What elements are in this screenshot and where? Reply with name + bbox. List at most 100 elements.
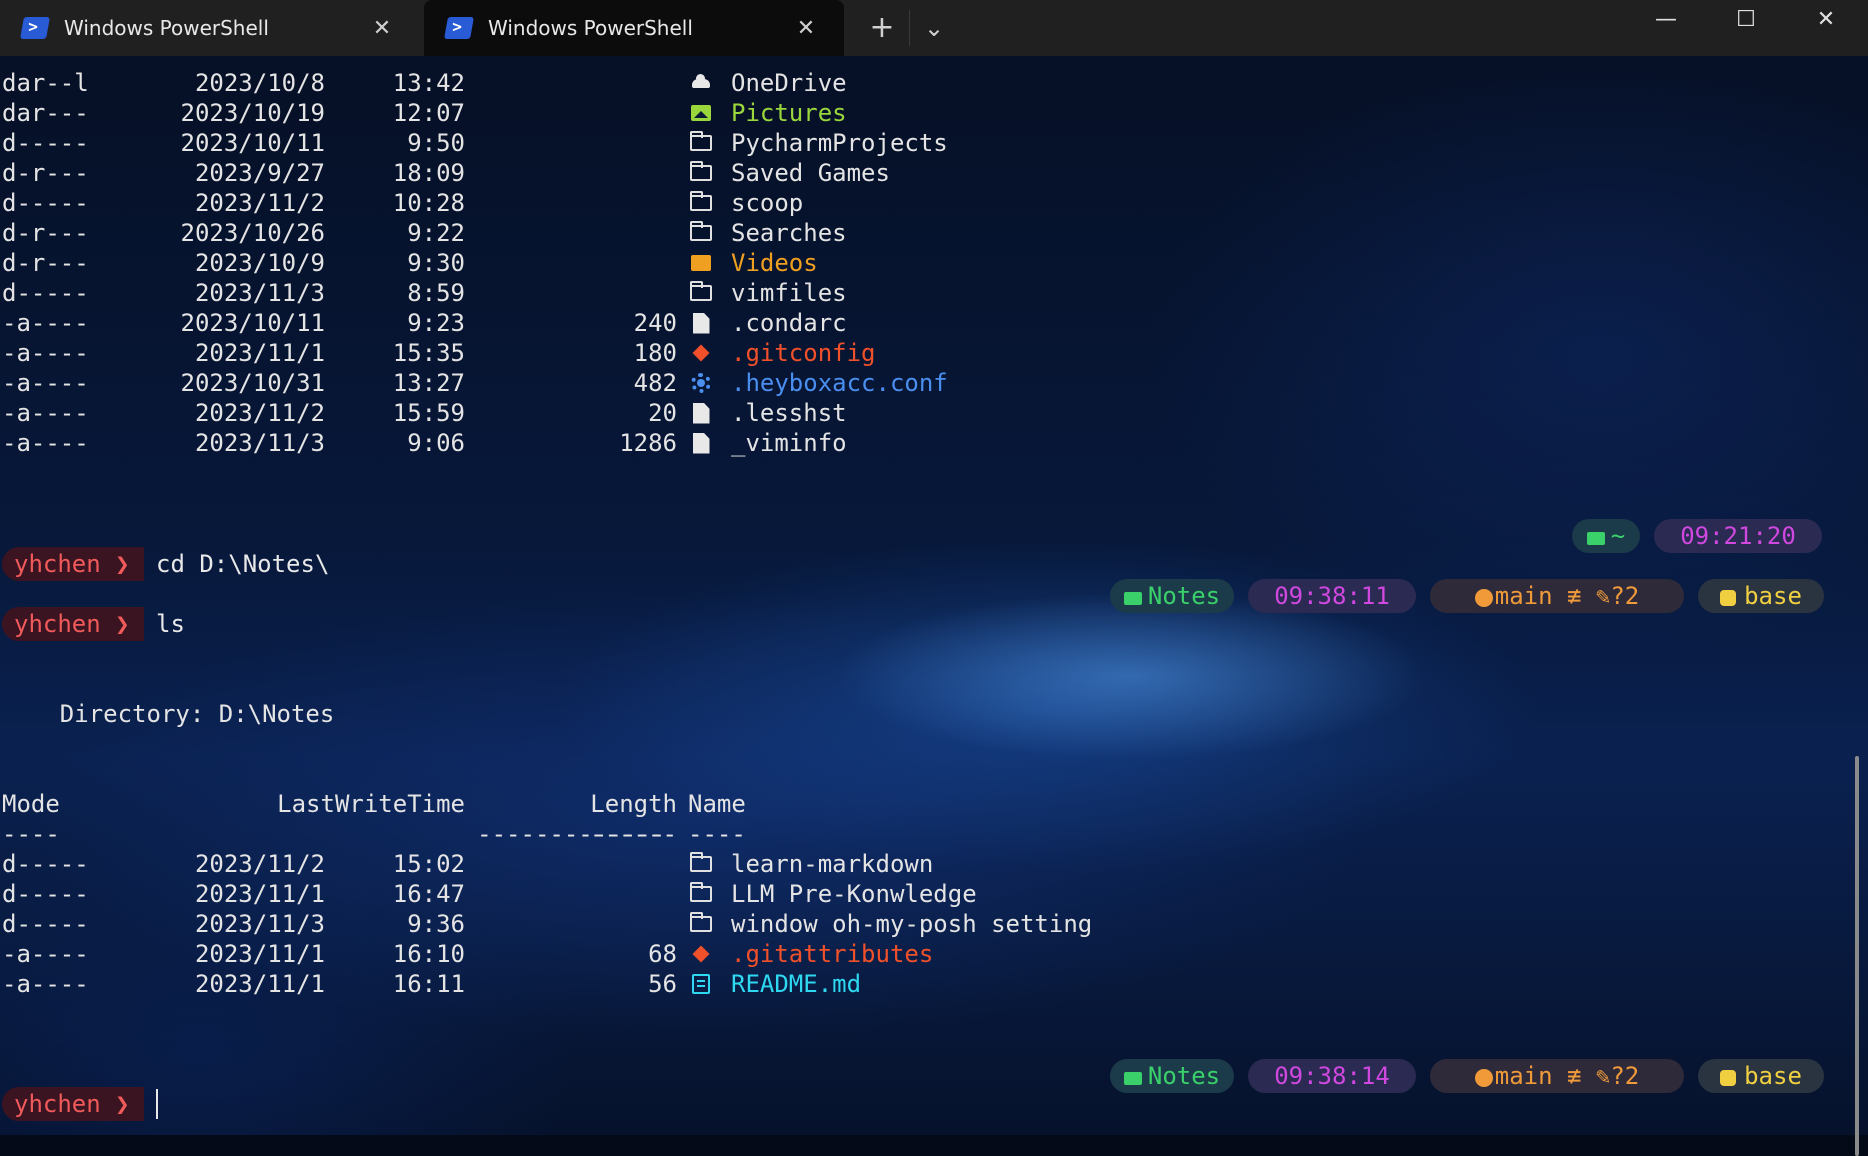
file-name: .lesshst <box>731 399 847 427</box>
length <box>562 158 677 188</box>
length <box>562 248 677 278</box>
mode: dar--l <box>2 69 89 97</box>
list-item: d-r--- 2023/9/27 18:09 Saved Games <box>2 158 1102 188</box>
scrollbar[interactable] <box>1855 756 1859 1156</box>
prompt-git-segment: main ≢ ✎?2 <box>1430 1059 1684 1093</box>
file-name: Saved Games <box>731 159 890 187</box>
git-icon <box>688 939 714 969</box>
tab-title: Windows PowerShell <box>488 16 693 40</box>
list-item: -a---- 2023/10/31 13:27 482 .heyboxacc.conf <box>2 368 1102 398</box>
folder-icon <box>688 909 714 939</box>
time: 9:22 <box>407 219 465 247</box>
mode: d----- <box>2 279 89 307</box>
tab-close-button[interactable]: ✕ <box>786 16 826 41</box>
length <box>562 68 677 98</box>
folder-icon <box>688 879 714 909</box>
length <box>562 909 677 939</box>
mode: d-r--- <box>2 249 89 277</box>
python-icon <box>1720 590 1737 606</box>
powershell-icon: > <box>20 17 50 39</box>
cloud-icon <box>688 68 714 98</box>
length: 1286 <box>619 429 677 457</box>
list-item: -a---- 2023/11/3 9:06 1286 _viminfo <box>2 428 1102 458</box>
length: 240 <box>633 309 677 337</box>
length: 68 <box>648 940 677 968</box>
date: 2023/10/8 <box>194 69 325 97</box>
prompt-time-segment: 09:21:20 <box>1654 519 1822 553</box>
time: 16:11 <box>392 970 465 998</box>
minimize-button[interactable]: — <box>1626 0 1706 44</box>
command-text: cd D:\Notes\ <box>156 550 330 578</box>
folder-icon <box>688 849 714 879</box>
tab-powershell-2[interactable]: > Windows PowerShell ✕ <box>424 0 844 56</box>
time: 8:59 <box>407 279 465 307</box>
list-item: dar--l 2023/10/8 13:42 OneDrive <box>2 68 1102 98</box>
list-item: -a---- 2023/11/1 16:10 68 .gitattributes <box>2 939 1102 969</box>
powershell-icon: > <box>444 17 474 39</box>
date: 2023/11/3 <box>194 429 325 457</box>
date: 2023/11/3 <box>194 910 325 938</box>
file-name: LLM Pre-Konwledge <box>731 880 977 908</box>
length <box>562 278 677 308</box>
prompt-dir-segment: Notes <box>1110 1059 1234 1093</box>
file-name: Pictures <box>731 99 847 127</box>
length <box>562 98 677 128</box>
length <box>562 128 677 158</box>
mode: d----- <box>2 129 89 157</box>
file-name: .gitattributes <box>731 940 934 968</box>
time: 9:23 <box>407 309 465 337</box>
mode: d----- <box>2 910 89 938</box>
length <box>562 879 677 909</box>
date: 2023/11/1 <box>194 880 325 908</box>
tab-dropdown-button[interactable]: ⌄ <box>914 0 954 56</box>
list-item: -a---- 2023/10/11 9:23 240 .condarc <box>2 308 1102 338</box>
list-item: -a---- 2023/11/1 16:11 56 README.md <box>2 969 1102 999</box>
time: 16:10 <box>392 940 465 968</box>
file-name: OneDrive <box>731 69 847 97</box>
date: 2023/11/2 <box>194 850 325 878</box>
time: 9:30 <box>407 249 465 277</box>
time: 9:36 <box>407 910 465 938</box>
new-tab-button[interactable]: + <box>862 0 902 56</box>
date: 2023/10/9 <box>194 249 325 277</box>
folder-icon <box>688 158 714 188</box>
tab-powershell-1[interactable]: > Windows PowerShell ✕ <box>0 0 420 56</box>
file-icon <box>688 428 714 458</box>
terminal-output[interactable]: dar--l 2023/10/8 13:42 OneDrive dar--- 2023/1… <box>0 56 1868 1156</box>
date: 2023/11/1 <box>194 940 325 968</box>
github-icon <box>1474 589 1493 607</box>
mode: -a---- <box>2 369 89 397</box>
list-item: d----- 2023/11/3 9:36 window oh-my-posh set… <box>2 909 1102 939</box>
listing-header: Mode LastWriteTime Length Name <box>2 790 746 818</box>
close-window-button[interactable]: ✕ <box>1786 0 1866 44</box>
time: 15:59 <box>392 399 465 427</box>
time: 13:42 <box>392 69 465 97</box>
file-name: learn-markdown <box>731 850 934 878</box>
folder-icon <box>688 278 714 308</box>
date: 2023/10/11 <box>180 129 326 157</box>
python-icon <box>1720 1070 1737 1086</box>
file-name: .gitconfig <box>731 339 876 367</box>
git-icon <box>688 338 714 368</box>
markdown-icon <box>688 969 714 999</box>
command-text: ls <box>156 610 185 638</box>
prompt-dir-segment: Notes <box>1110 579 1234 613</box>
file-name: .heyboxacc.conf <box>731 369 948 397</box>
list-item: -a---- 2023/11/1 15:35 180 .gitconfig <box>2 338 1102 368</box>
prompt-user-segment: yhchen ❯ <box>2 547 144 581</box>
time: 18:09 <box>392 159 465 187</box>
length <box>562 218 677 248</box>
prompt-dir-segment: ~ <box>1572 519 1640 553</box>
maximize-button[interactable]: ☐ <box>1706 0 1786 44</box>
length: 180 <box>633 339 677 367</box>
file-name: scoop <box>731 189 804 217</box>
length: 20 <box>648 399 677 427</box>
date: 2023/10/26 <box>180 219 326 247</box>
prompt-time-segment: 09:38:14 <box>1248 1059 1416 1093</box>
time: 12:07 <box>392 99 465 127</box>
tab-close-button[interactable]: ✕ <box>362 16 402 41</box>
time: 10:28 <box>392 189 465 217</box>
list-item: d----- 2023/11/1 16:47 LLM Pre-Konwledge <box>2 879 1102 909</box>
mode: dar--- <box>2 99 89 127</box>
list-item: d----- 2023/10/11 9:50 PycharmProjects <box>2 128 1102 158</box>
